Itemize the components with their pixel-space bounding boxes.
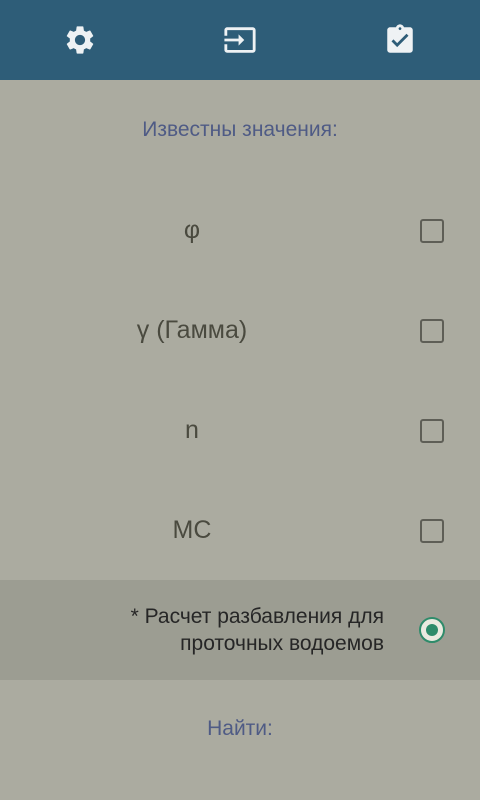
dilution-option-label: * Расчет разбавления для проточных водоем…: [24, 580, 384, 680]
param-label: γ (Гамма): [136, 315, 248, 344]
known-values-heading: Известны значения:: [142, 118, 338, 141]
param-row-ms[interactable]: МС: [0, 480, 480, 580]
dilution-option-line2: проточных водоемов: [180, 632, 384, 655]
dilution-radio[interactable]: [419, 617, 445, 643]
param-checkbox[interactable]: [420, 419, 444, 443]
param-row-phi[interactable]: φ: [0, 180, 480, 280]
param-checkbox[interactable]: [420, 319, 444, 343]
dilution-option-row[interactable]: * Расчет разбавления для проточных водоем…: [0, 580, 480, 680]
input-icon: [224, 27, 256, 53]
top-toolbar: [0, 0, 480, 80]
main-content: Известны значения: φ γ (Гамма) n МС * Ра…: [0, 80, 480, 800]
param-label: n: [185, 415, 199, 444]
param-label: МС: [172, 515, 212, 544]
param-checkbox[interactable]: [420, 219, 444, 243]
param-checkbox[interactable]: [420, 519, 444, 543]
dilution-option-line1: * Расчет разбавления для: [130, 605, 384, 628]
find-heading: Найти:: [207, 717, 273, 740]
param-row-gamma[interactable]: γ (Гамма): [0, 280, 480, 380]
calculate-button[interactable]: [320, 0, 480, 80]
input-button[interactable]: [160, 0, 320, 80]
param-row-n[interactable]: n: [0, 380, 480, 480]
param-label: φ: [183, 215, 201, 244]
radio-selected-dot: [426, 624, 438, 636]
clipboard-check-icon: [387, 24, 413, 53]
settings-button[interactable]: [0, 0, 160, 80]
gear-icon: [66, 26, 94, 54]
